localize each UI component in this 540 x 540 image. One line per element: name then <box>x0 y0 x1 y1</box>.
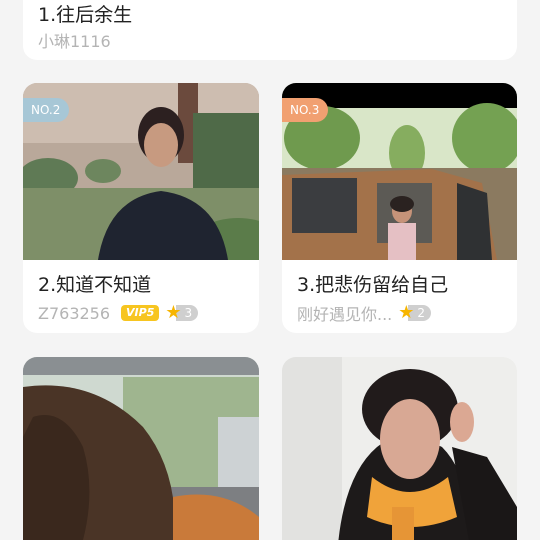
song-title: 1.往后余生 <box>38 4 133 26</box>
level-badge: ★ 3 <box>165 302 199 323</box>
song-card-4[interactable] <box>23 357 259 540</box>
song-title: 3.把悲伤留给自己 <box>297 274 449 296</box>
song-card-1[interactable]: 1.往后余生 小琳1116 <box>23 0 517 60</box>
vip-badge: VIP5 <box>121 305 160 321</box>
cover-photo <box>282 357 517 540</box>
song-grid-page: 1.往后余生 小琳1116 NO.2 2.知道不知道 Z763256 VIP5 … <box>0 0 540 540</box>
song-title: 2.知道不知道 <box>38 274 152 296</box>
song-meta: Z763256 VIP5 ★ 3 <box>38 302 199 324</box>
song-card-5[interactable] <box>282 357 517 540</box>
rank-badge: NO.2 <box>23 98 70 122</box>
song-card-3[interactable]: NO.3 3.把悲伤留给自己 刚好遇见你... ★ 2 <box>282 83 517 333</box>
song-author: Z763256 <box>38 303 111 323</box>
rank-badge: NO.3 <box>282 98 329 122</box>
level-badge: ★ 2 <box>398 302 432 323</box>
star-icon: ★ <box>398 302 415 323</box>
song-author: 刚好遇见你... <box>297 305 393 324</box>
song-card-2[interactable]: NO.2 2.知道不知道 Z763256 VIP5 ★ 3 <box>23 83 259 333</box>
star-icon: ★ <box>165 302 182 323</box>
song-author: 小琳1116 <box>38 32 111 51</box>
cover-photo <box>23 357 259 540</box>
song-meta: 刚好遇见你... ★ 2 <box>297 302 432 324</box>
